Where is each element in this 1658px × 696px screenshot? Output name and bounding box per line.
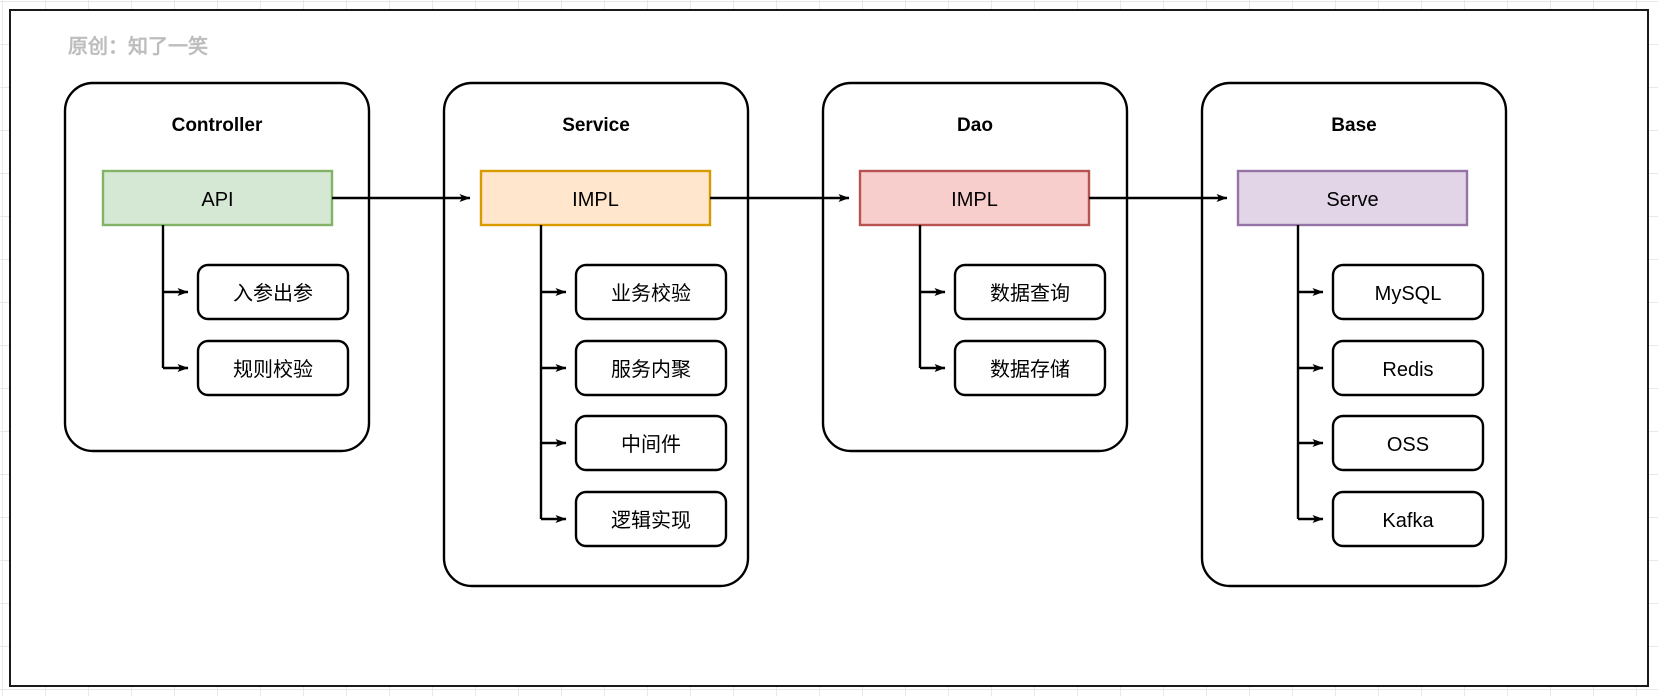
service-head-impl-label: IMPL [572, 189, 619, 211]
dao-leaf-1-label: 数据存储 [990, 358, 1070, 381]
column-service[interactable]: Service IMPL 业务校验 服务内聚 中间件 逻辑实现 [442, 81, 750, 588]
base-head-serve-label: Serve [1326, 189, 1378, 211]
controller-head-api-label: API [201, 189, 233, 211]
column-base[interactable]: Base Serve MySQL Redis OSS Kafka [1200, 81, 1508, 588]
controller-leaf-0-label: 入参出参 [233, 282, 313, 305]
service-leaf-3-label: 逻辑实现 [611, 509, 691, 532]
diagram-canvas: 原创：知了一笑 Controller API 入参出参 规则校验 Service [0, 0, 1658, 696]
base-leaf-3-label: Kafka [1382, 510, 1434, 532]
dao-title: Dao [957, 115, 993, 136]
controller-leaf-1-label: 规则校验 [233, 358, 313, 381]
column-controller[interactable]: Controller API 入参出参 规则校验 [63, 81, 371, 453]
architecture-diagram: 原创：知了一笑 Controller API 入参出参 规则校验 Service [63, 34, 1508, 588]
column-dao[interactable]: Dao IMPL 数据查询 数据存储 [821, 81, 1129, 453]
base-leaf-1-label: Redis [1382, 359, 1433, 381]
service-leaf-0-label: 业务校验 [611, 282, 691, 305]
dao-head-impl-label: IMPL [951, 189, 998, 211]
service-leaf-2-label: 中间件 [621, 433, 681, 456]
base-leaf-0-label: MySQL [1375, 283, 1442, 305]
controller-title: Controller [172, 115, 263, 136]
base-leaf-2-label: OSS [1387, 434, 1429, 456]
service-leaf-1-label: 服务内聚 [611, 358, 691, 381]
dao-leaf-0-label: 数据查询 [990, 282, 1070, 305]
service-title: Service [562, 115, 630, 136]
watermark-text: 原创：知了一笑 [68, 34, 208, 58]
base-title: Base [1331, 115, 1376, 136]
